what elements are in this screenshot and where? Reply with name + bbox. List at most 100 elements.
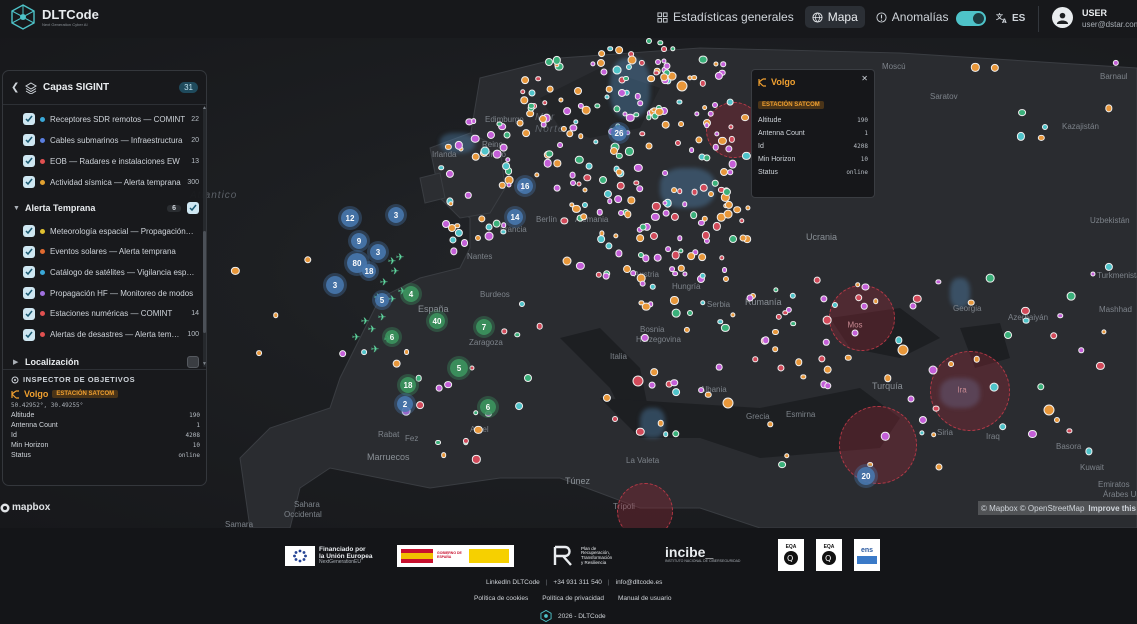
improve-map-link[interactable]: Improve this map bbox=[1088, 504, 1137, 513]
group-checkbox[interactable] bbox=[187, 202, 199, 214]
nav-mapa[interactable]: Mapa bbox=[804, 6, 865, 28]
map-marker[interactable] bbox=[585, 162, 593, 170]
map-marker[interactable] bbox=[985, 273, 995, 283]
group-checkbox[interactable] bbox=[187, 356, 199, 368]
aircraft-icon[interactable]: ✈ bbox=[388, 257, 396, 268]
map-marker[interactable] bbox=[416, 401, 424, 410]
marker-cluster[interactable]: 18 bbox=[400, 377, 416, 393]
map-marker[interactable] bbox=[538, 114, 547, 123]
map-marker[interactable] bbox=[546, 85, 554, 93]
linkedin-link[interactable]: LinkedIn DLTCode bbox=[486, 579, 540, 586]
aircraft-icon[interactable]: ✈ bbox=[361, 317, 369, 328]
map-marker[interactable] bbox=[647, 74, 655, 83]
layer-checkbox[interactable] bbox=[23, 266, 35, 279]
marker-cluster[interactable]: 3 bbox=[370, 244, 386, 260]
map-marker[interactable] bbox=[639, 223, 647, 231]
nav-estadisticas[interactable]: Estadísticas generales bbox=[650, 6, 801, 28]
map-marker[interactable] bbox=[597, 49, 606, 58]
map-marker[interactable] bbox=[728, 159, 737, 169]
map-marker[interactable] bbox=[814, 276, 821, 284]
map-marker[interactable] bbox=[582, 105, 591, 115]
map-marker[interactable] bbox=[492, 219, 501, 228]
map-marker[interactable] bbox=[481, 146, 490, 156]
map-marker[interactable] bbox=[641, 302, 651, 312]
map-marker[interactable] bbox=[562, 256, 572, 266]
theme-toggle[interactable] bbox=[956, 11, 986, 26]
user-manual-link[interactable]: Manual de usuario bbox=[618, 595, 671, 602]
panel-scroll-down-icon[interactable]: ▼ bbox=[202, 361, 206, 367]
map-marker[interactable] bbox=[851, 329, 859, 337]
language-selector[interactable]: 文 A ES bbox=[996, 12, 1025, 24]
map-marker[interactable] bbox=[338, 349, 347, 358]
map-marker[interactable] bbox=[627, 55, 637, 65]
map-marker[interactable] bbox=[470, 118, 477, 125]
map-marker[interactable] bbox=[485, 223, 493, 231]
panel-scroll-up-icon[interactable]: ▲ bbox=[202, 105, 206, 111]
map-marker[interactable] bbox=[935, 463, 943, 471]
map-marker[interactable] bbox=[554, 184, 561, 192]
map-marker[interactable] bbox=[677, 188, 683, 195]
map-marker[interactable] bbox=[602, 273, 610, 280]
map-marker[interactable] bbox=[721, 267, 728, 274]
layer-row[interactable]: Estaciones numéricas — COMINT 14 bbox=[23, 304, 199, 324]
map-marker[interactable] bbox=[569, 180, 576, 187]
map-marker[interactable] bbox=[616, 181, 626, 190]
marker-cluster[interactable]: 20 bbox=[857, 467, 875, 485]
map-marker[interactable] bbox=[578, 133, 584, 139]
marker-cluster[interactable]: 3 bbox=[388, 207, 404, 223]
map-marker[interactable] bbox=[613, 195, 622, 204]
map-marker[interactable] bbox=[727, 169, 733, 176]
layer-row[interactable]: EOB — Radares e instalaciones EW 13 bbox=[23, 151, 199, 171]
marker-cluster[interactable]: 12 bbox=[341, 209, 359, 227]
aircraft-icon[interactable]: ✈ bbox=[391, 267, 399, 278]
marker-cluster[interactable]: 14 bbox=[507, 209, 523, 225]
map-marker[interactable] bbox=[623, 75, 630, 82]
map-marker[interactable] bbox=[687, 252, 696, 261]
map-marker[interactable] bbox=[1043, 404, 1055, 416]
map-marker[interactable] bbox=[361, 349, 368, 355]
map-marker[interactable] bbox=[822, 315, 832, 325]
map-marker[interactable] bbox=[415, 374, 423, 382]
map-marker[interactable] bbox=[515, 402, 523, 410]
marker-cluster[interactable]: 6 bbox=[385, 330, 399, 344]
map-marker[interactable] bbox=[535, 75, 541, 82]
layer-row[interactable]: Eventos solares — Alerta temprana bbox=[23, 242, 199, 262]
map-marker[interactable] bbox=[657, 420, 664, 427]
map-marker[interactable] bbox=[615, 46, 624, 55]
map-marker[interactable] bbox=[928, 365, 938, 375]
map-marker[interactable] bbox=[576, 181, 582, 187]
map-marker[interactable] bbox=[653, 253, 663, 262]
avatar[interactable] bbox=[1052, 7, 1073, 28]
map-marker[interactable] bbox=[611, 416, 618, 423]
layer-checkbox[interactable] bbox=[23, 155, 35, 167]
map-marker[interactable] bbox=[932, 405, 940, 413]
aircraft-icon[interactable]: ✈ bbox=[380, 278, 388, 289]
aircraft-icon[interactable]: ✈ bbox=[388, 295, 396, 306]
map-marker[interactable] bbox=[1018, 108, 1026, 117]
threat-zone[interactable] bbox=[930, 351, 1010, 431]
map-marker[interactable] bbox=[854, 282, 861, 288]
map-marker[interactable] bbox=[403, 349, 410, 356]
map-marker[interactable] bbox=[998, 422, 1007, 431]
threat-zone[interactable] bbox=[839, 406, 917, 484]
map-marker[interactable] bbox=[711, 179, 719, 187]
map-marker[interactable] bbox=[470, 134, 480, 143]
layer-checkbox[interactable] bbox=[23, 287, 35, 300]
map-marker[interactable] bbox=[522, 129, 531, 138]
map-marker[interactable] bbox=[499, 143, 508, 152]
map-marker[interactable] bbox=[528, 89, 536, 97]
map-marker[interactable] bbox=[569, 171, 576, 179]
map-marker[interactable] bbox=[543, 158, 552, 168]
aircraft-icon[interactable]: ✈ bbox=[378, 313, 386, 324]
map-marker[interactable] bbox=[726, 98, 734, 106]
phone-link[interactable]: +34 931 311 540 bbox=[553, 579, 602, 586]
map-marker[interactable] bbox=[650, 232, 659, 241]
map-marker[interactable] bbox=[739, 234, 747, 242]
map-marker[interactable] bbox=[698, 253, 706, 262]
map-marker[interactable] bbox=[536, 323, 544, 330]
layer-checkbox[interactable] bbox=[23, 328, 35, 341]
layer-row[interactable]: Meteorología espacial — Propagación HF bbox=[23, 221, 199, 241]
map-marker[interactable] bbox=[474, 235, 481, 242]
mapbox-logo[interactable]: mapbox bbox=[0, 502, 50, 513]
map-marker[interactable] bbox=[502, 162, 511, 171]
